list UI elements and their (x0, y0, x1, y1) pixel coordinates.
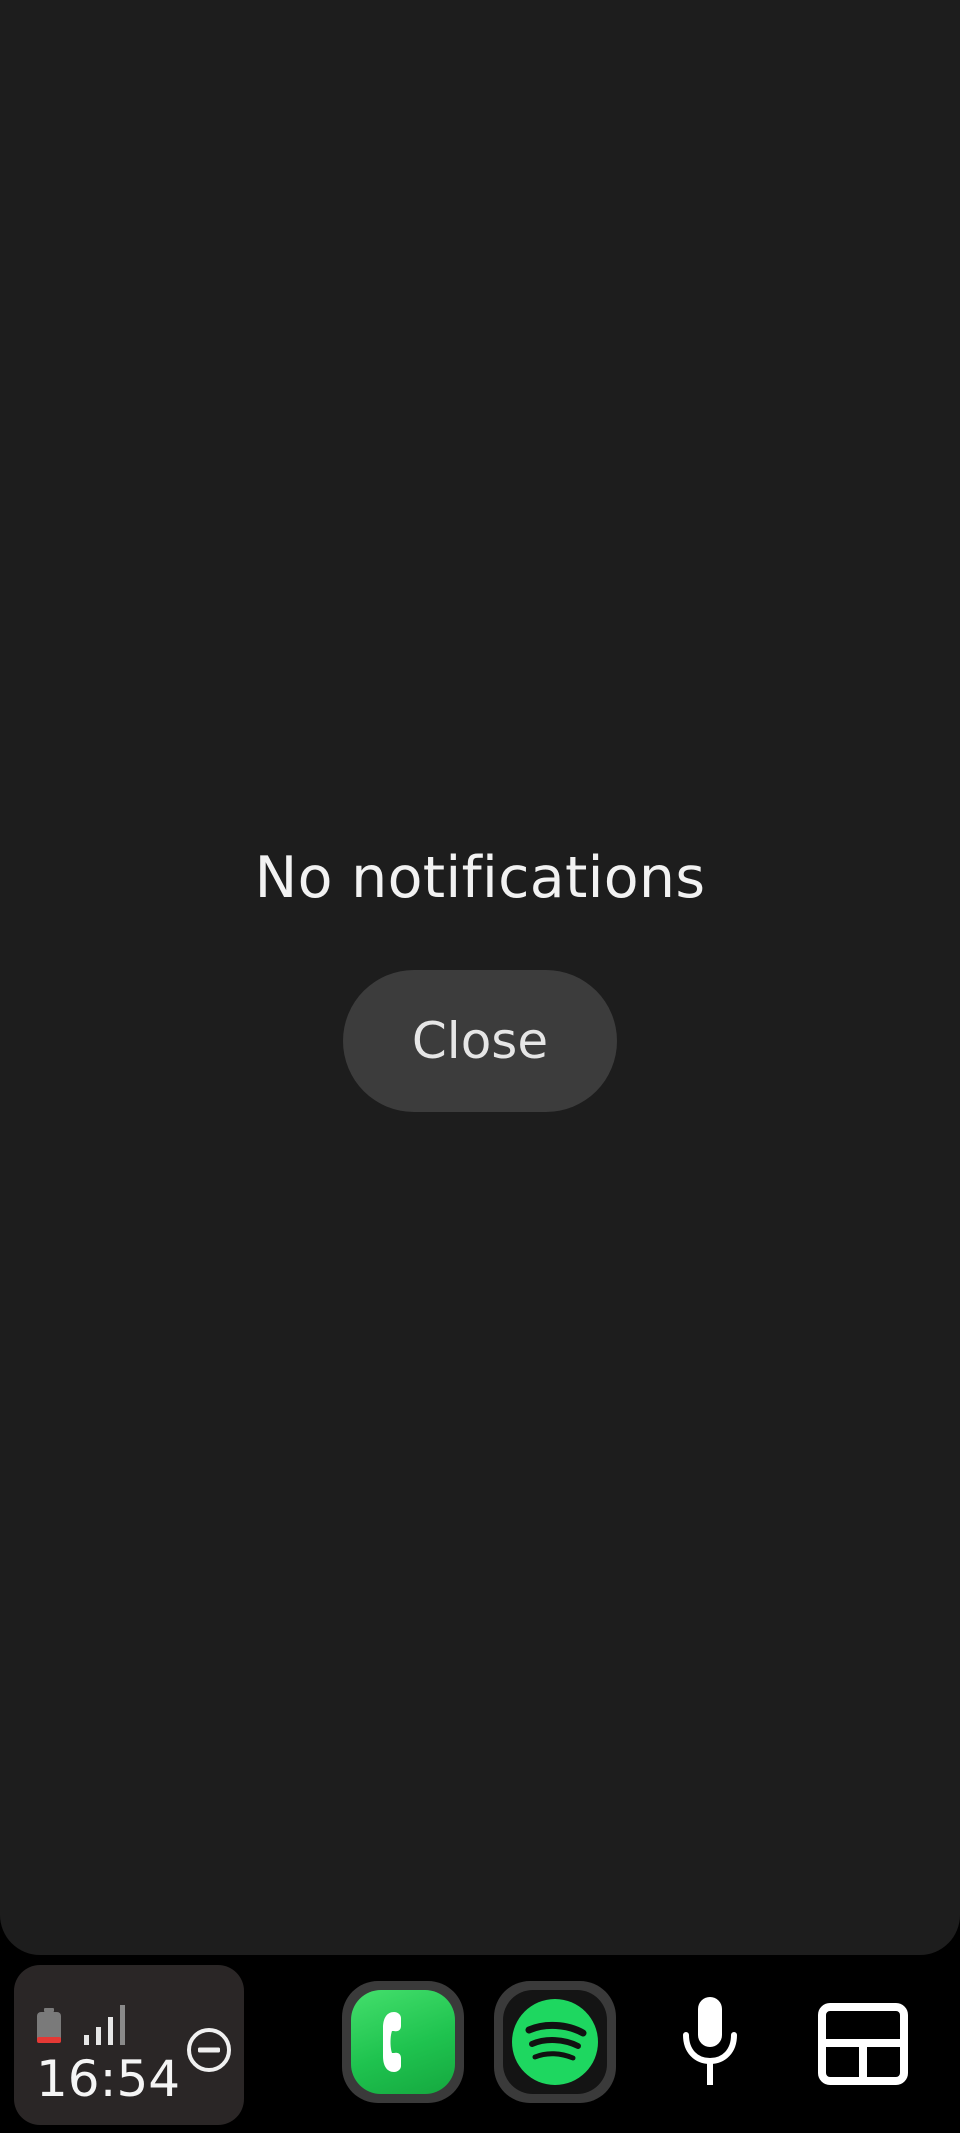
phone-app-button[interactable] (342, 1981, 464, 2103)
spotify-app-button[interactable] (494, 1981, 616, 2103)
do-not-disturb-icon (187, 2028, 231, 2072)
close-button[interactable]: Close (343, 970, 617, 1112)
status-widget[interactable]: 16:54 (14, 1965, 244, 2125)
battery-low-icon (37, 2008, 61, 2043)
clock-time: 16:54 (36, 2050, 181, 2108)
spotify-icon (503, 1990, 607, 2094)
microphone-icon[interactable] (670, 1995, 750, 2091)
cellular-signal-icon (84, 2005, 125, 2045)
layout-icon[interactable] (818, 2003, 908, 2085)
empty-notifications-message: No notifications (254, 845, 706, 911)
phone-icon (351, 1990, 455, 2094)
bottom-dock: 16:54 (0, 1955, 960, 2133)
notification-panel: No notifications Close (0, 0, 960, 1955)
